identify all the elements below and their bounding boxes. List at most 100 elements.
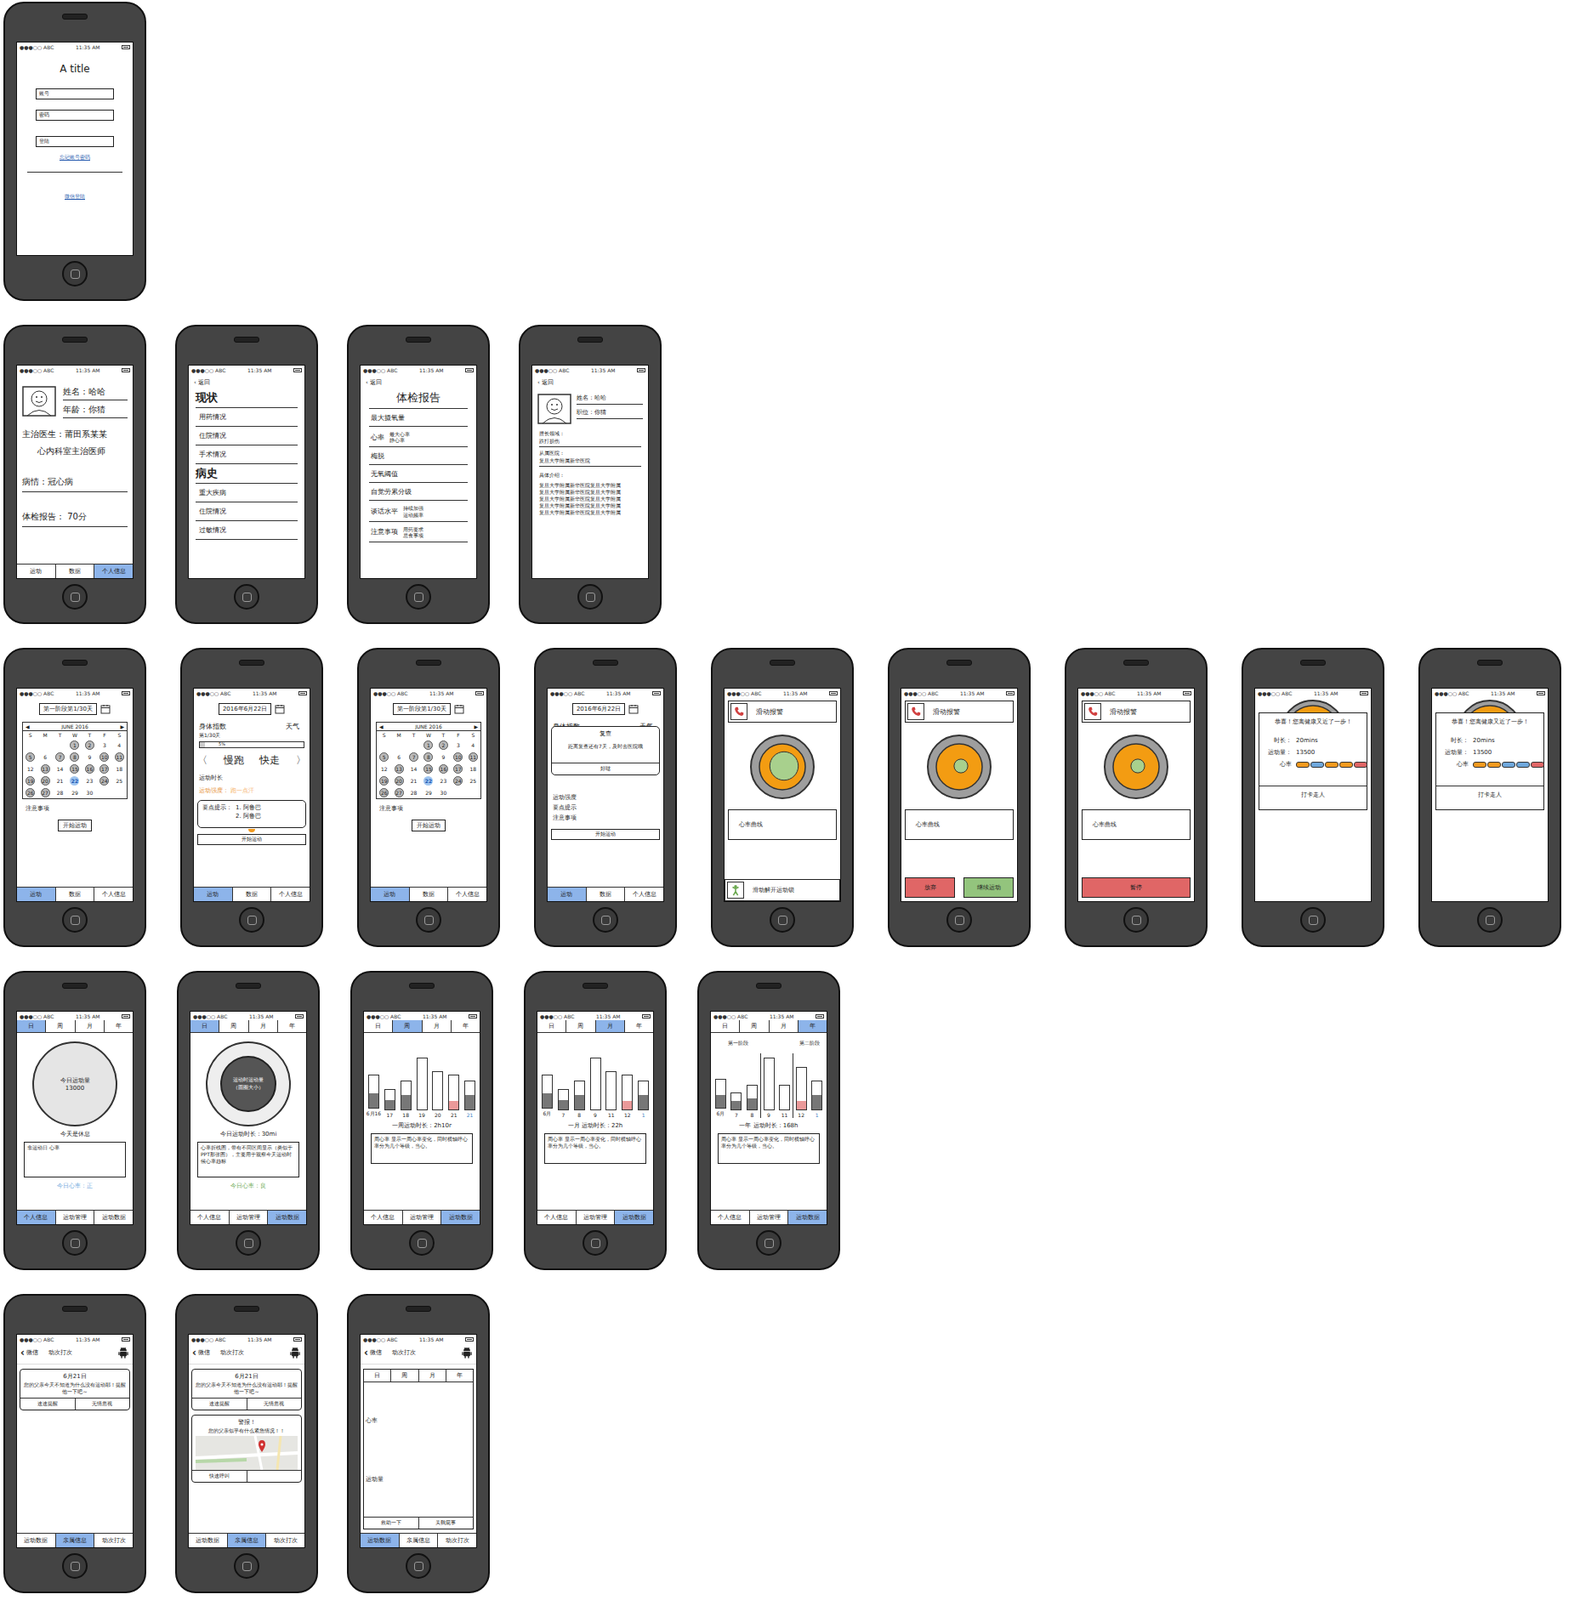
period-tab[interactable]: 周 <box>565 1020 595 1033</box>
calendar-day[interactable]: 23 <box>82 774 97 787</box>
period-tab[interactable]: 月 <box>768 1020 798 1033</box>
control-button[interactable]: 暂停 <box>1081 877 1191 898</box>
calendar-day[interactable]: 28 <box>406 786 421 799</box>
calendar-day[interactable]: 27 <box>391 786 406 799</box>
calendar-day[interactable]: 3 <box>96 738 112 751</box>
card-button[interactable]: 速速提醒 <box>20 1398 75 1410</box>
home-button[interactable] <box>409 1230 435 1257</box>
start-button[interactable]: 开始运动 <box>57 819 92 832</box>
mode-option[interactable]: 快走 <box>259 753 280 768</box>
home-button[interactable] <box>592 907 619 933</box>
tab[interactable]: 运动管理 <box>55 1210 95 1225</box>
calendar-day[interactable]: 25 <box>112 774 127 787</box>
list-item[interactable]: 住院情况 <box>195 502 298 522</box>
back-button[interactable]: ‹ 返回 <box>532 374 648 389</box>
calendar-day[interactable]: 19 <box>376 774 392 787</box>
home-button[interactable] <box>405 584 432 610</box>
next-button[interactable]: 〉 <box>295 753 307 768</box>
period-tab[interactable]: 周 <box>218 1020 248 1033</box>
list-item[interactable]: 用药情况 <box>195 408 298 427</box>
calendar-day[interactable]: 12 <box>376 762 392 775</box>
calendar-day[interactable]: 4 <box>112 738 127 751</box>
period-tab[interactable]: 周 <box>390 1369 418 1382</box>
period-tab[interactable]: 月 <box>421 1020 451 1033</box>
calendar-day[interactable]: 10 <box>96 750 112 763</box>
calendar-icon[interactable] <box>628 704 639 715</box>
calendar-day[interactable]: 18 <box>466 762 481 775</box>
home-button[interactable] <box>62 261 88 287</box>
alarm-slider[interactable]: 滑动报警 <box>727 700 837 723</box>
tab[interactable]: 数据 <box>55 887 95 902</box>
home-button[interactable] <box>62 584 88 610</box>
calendar-day[interactable] <box>406 738 421 751</box>
calendar-day[interactable]: 23 <box>436 774 451 787</box>
home-button[interactable] <box>577 584 603 610</box>
bar[interactable] <box>557 1089 569 1111</box>
period-tab[interactable]: 日 <box>537 1020 566 1033</box>
bar[interactable] <box>368 1074 380 1109</box>
control-button[interactable]: 继续运动 <box>963 877 1014 898</box>
calendar-day[interactable]: 7 <box>406 750 421 763</box>
period-tab[interactable]: 周 <box>45 1020 74 1033</box>
next-month-button[interactable]: ▶ <box>119 723 125 730</box>
bar[interactable] <box>605 1071 617 1111</box>
report-row[interactable]: 最大摄氧量 <box>369 409 468 427</box>
period-tab[interactable]: 周 <box>392 1020 421 1033</box>
home-button[interactable] <box>233 1553 260 1580</box>
calendar-day[interactable]: 8 <box>67 750 82 763</box>
calendar-day[interactable]: 3 <box>450 738 466 751</box>
calendar-day[interactable] <box>376 738 392 751</box>
action-button[interactable]: 救助一下 <box>363 1517 419 1529</box>
period-tab[interactable]: 日 <box>17 1020 46 1033</box>
calendar-day[interactable]: 19 <box>22 774 38 787</box>
back-button[interactable]: ‹微信 <box>20 1348 39 1358</box>
calendar-day[interactable]: 4 <box>466 738 481 751</box>
calendar-day[interactable]: 7 <box>52 750 68 763</box>
tab[interactable]: 亲属信息 <box>227 1534 267 1548</box>
calendar-day[interactable]: 24 <box>450 774 466 787</box>
list-item[interactable]: 过敏情况 <box>195 521 298 540</box>
card-button[interactable]: 无情忽视 <box>246 1398 302 1410</box>
bar[interactable] <box>431 1071 444 1111</box>
calendar-day[interactable]: 2 <box>82 738 97 751</box>
home-button[interactable] <box>1300 907 1326 933</box>
bar[interactable] <box>464 1080 476 1111</box>
tab[interactable]: 个人信息 <box>363 1210 403 1225</box>
home-button[interactable] <box>582 1230 609 1257</box>
calendar-day[interactable]: 16 <box>82 762 97 775</box>
ok-button[interactable]: 好哒 <box>551 762 660 775</box>
tab[interactable]: 运动 <box>17 564 56 579</box>
calendar-day[interactable]: 14 <box>52 762 68 775</box>
home-button[interactable] <box>1477 907 1503 933</box>
tab[interactable]: 运动管理 <box>575 1210 615 1225</box>
bar[interactable] <box>448 1074 460 1112</box>
tab[interactable]: 运动 <box>370 887 410 902</box>
mode-carousel[interactable]: 〈慢跑快走〉 <box>197 753 307 768</box>
calendar-day[interactable]: 18 <box>112 762 127 775</box>
tab[interactable]: 运动 <box>193 887 233 902</box>
calendar-day[interactable]: 6 <box>391 750 406 763</box>
bar[interactable] <box>778 1085 790 1111</box>
home-button[interactable] <box>238 907 265 933</box>
back-button[interactable]: ‹ 返回 <box>188 374 305 389</box>
home-button[interactable] <box>755 1230 782 1257</box>
calendar-day[interactable]: 9 <box>82 750 97 763</box>
tab[interactable]: 运动数据 <box>93 1210 133 1225</box>
calendar-day[interactable] <box>37 738 52 751</box>
period-tab[interactable]: 年 <box>277 1020 307 1033</box>
calendar-day[interactable]: 17 <box>450 762 466 775</box>
calendar-day[interactable]: 2 <box>436 738 451 751</box>
period-tab[interactable]: 月 <box>595 1020 625 1033</box>
tab[interactable]: 运动数据 <box>787 1210 827 1225</box>
home-button[interactable] <box>62 907 88 933</box>
calendar-day[interactable]: 22 <box>67 774 82 787</box>
bar[interactable] <box>746 1085 758 1111</box>
tab[interactable]: 数据 <box>409 887 449 902</box>
prev-button[interactable]: 〈 <box>197 753 208 768</box>
wechat-login-link[interactable]: 微信登陆 <box>64 193 86 201</box>
tab[interactable]: 个人信息 <box>624 887 664 902</box>
start-button[interactable]: 开始运动 <box>411 819 446 832</box>
home-button[interactable] <box>62 1553 88 1580</box>
bar[interactable] <box>763 1057 775 1111</box>
checkin-button[interactable]: 打卡走人 <box>1259 785 1367 810</box>
